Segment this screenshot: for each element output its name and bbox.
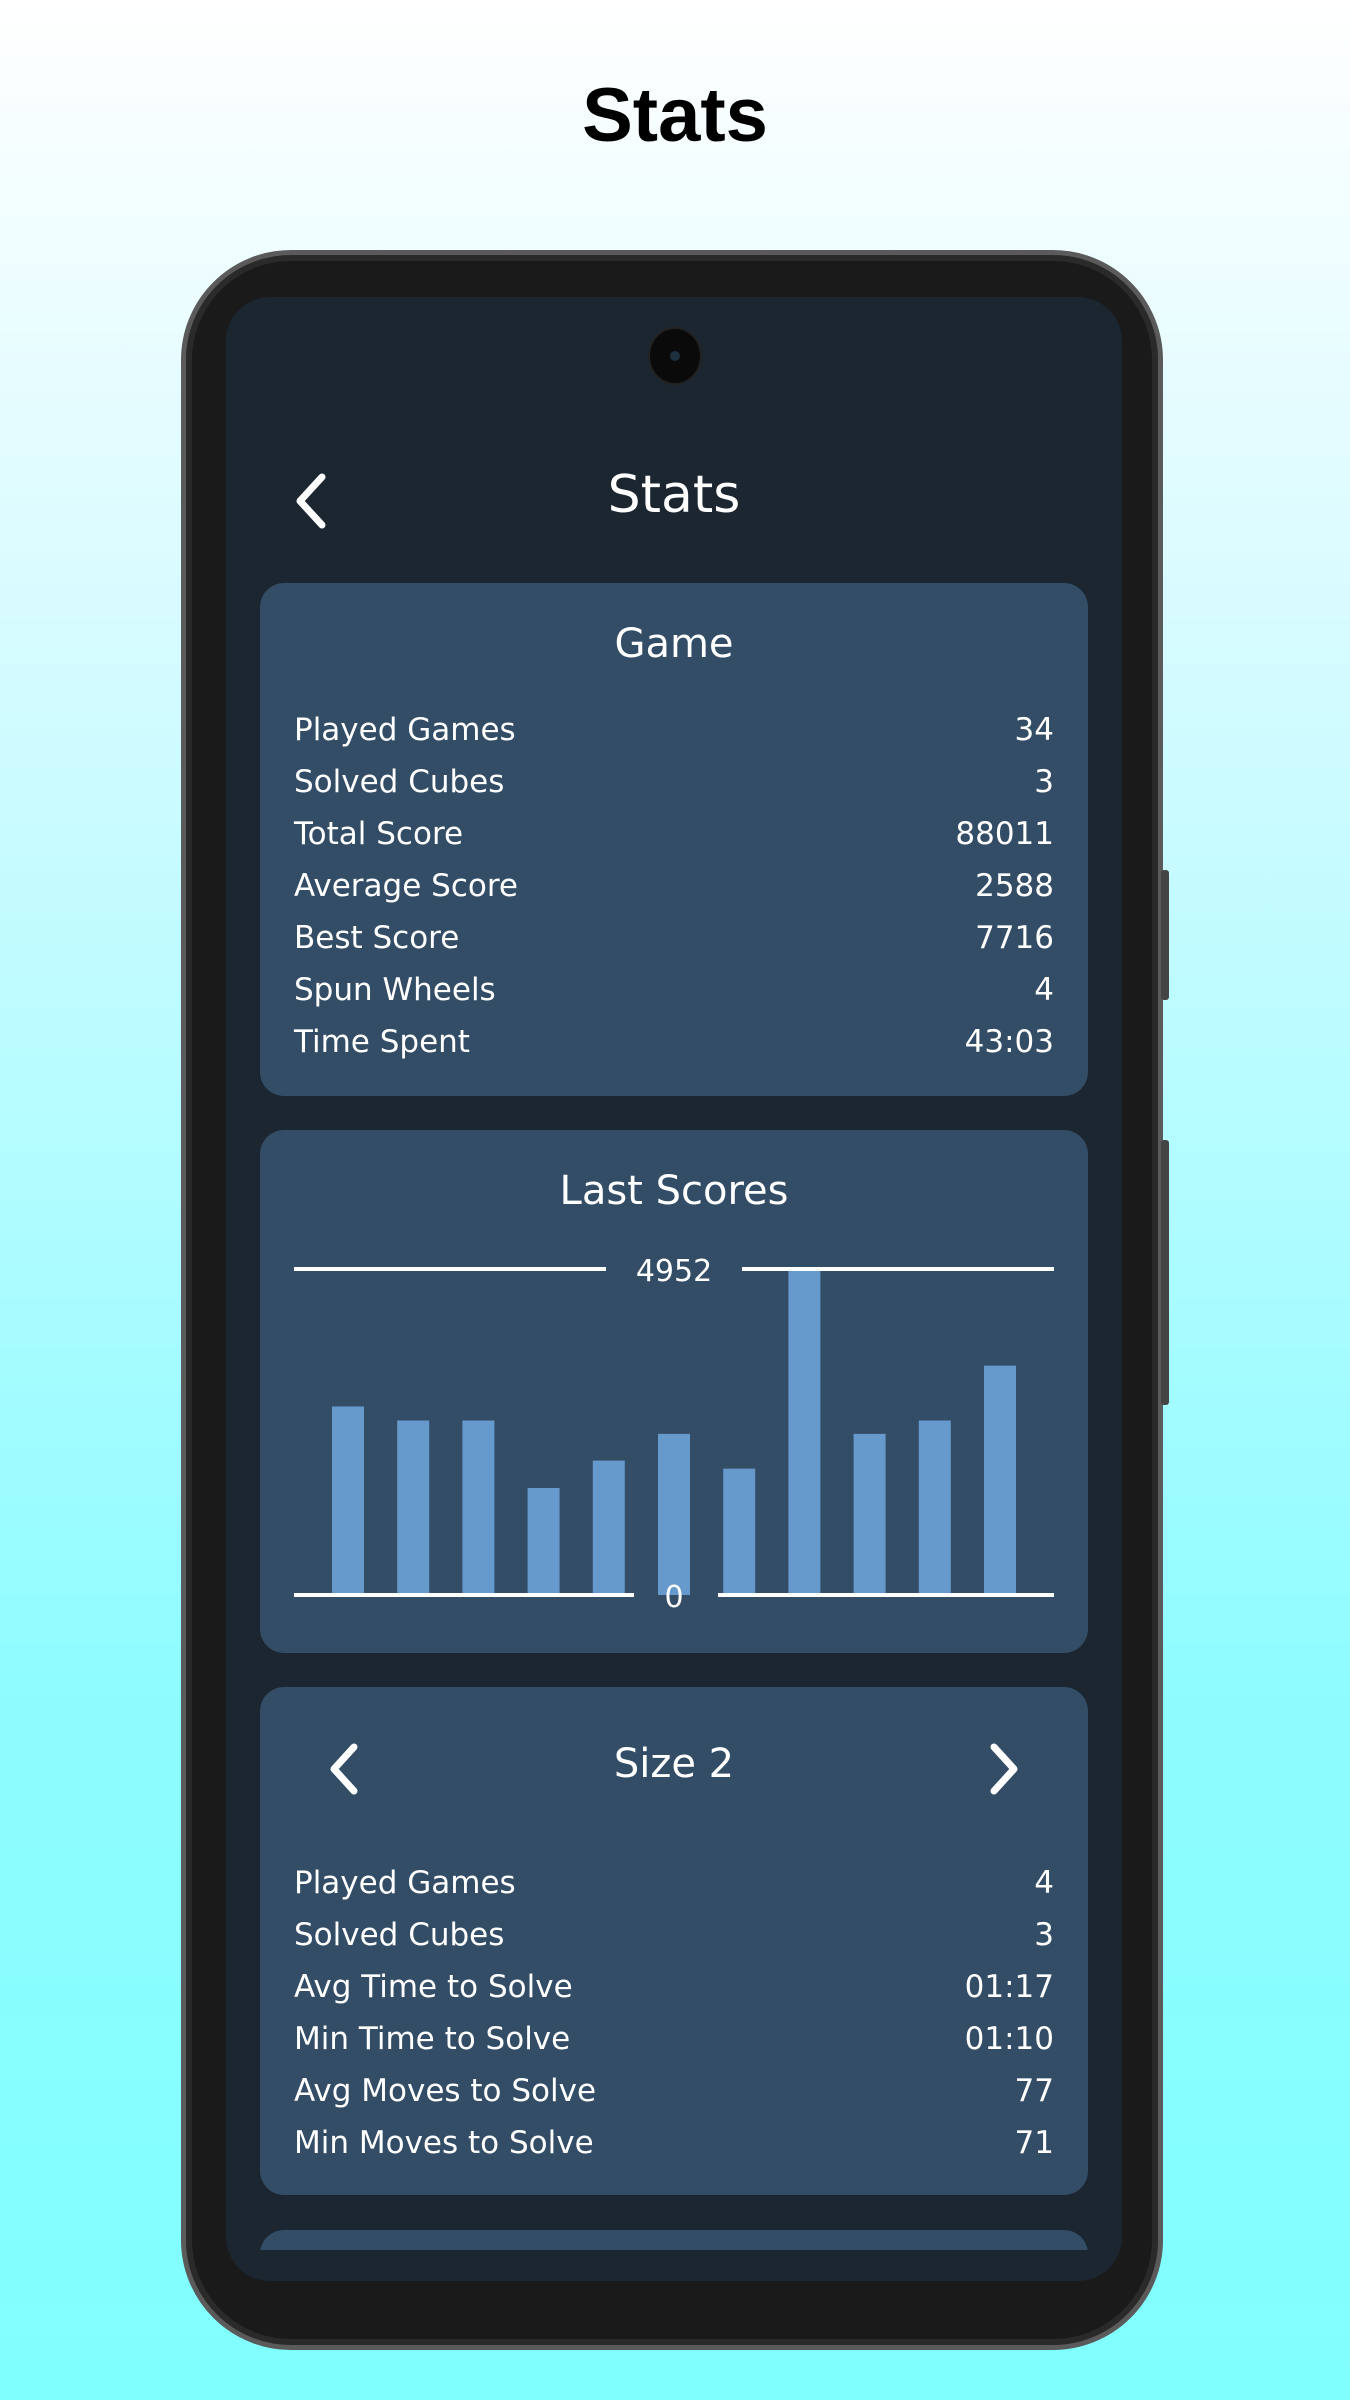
max-label: 4952: [636, 1254, 712, 1289]
stat-value: 7716: [975, 920, 1054, 956]
card-title: Size 2: [613, 1741, 735, 1787]
stat-row: Average Score 2588: [294, 860, 1054, 912]
stat-label: Solved Cubes: [294, 1917, 505, 1953]
last-scores-card: Last Scores 4952 0: [260, 1130, 1088, 1653]
stat-value: 3: [1034, 764, 1054, 800]
stat-label: Time Spent: [294, 1024, 470, 1060]
card-title: Game: [614, 621, 734, 667]
min-label: 0: [664, 1580, 683, 1615]
stat-row: Played Games 4: [294, 1857, 1054, 1909]
score-bar: [462, 1420, 495, 1595]
stat-row: Best Score 7716: [294, 912, 1054, 964]
stat-label: Spun Wheels: [294, 972, 496, 1008]
stat-label: Solved Cubes: [294, 764, 505, 800]
size-stats-card: Size 2 Played Games 4 Solved Cubes 3 Avg Tim…: [260, 1687, 1088, 2195]
stat-label: Total Score: [294, 816, 464, 852]
score-bar: [984, 1365, 1016, 1595]
stat-label: Played Games: [294, 712, 516, 748]
stat-label: Min Time to Solve: [294, 2021, 571, 2057]
next-stats-card: [260, 2230, 1088, 2250]
app-header: Stats: [226, 457, 1122, 537]
score-bar: [658, 1433, 690, 1595]
stat-label: Avg Moves to Solve: [294, 2073, 597, 2109]
stat-row: Min Moves to Solve 71: [294, 2117, 1054, 2169]
score-bar: [918, 1420, 951, 1595]
score-bar: [723, 1468, 756, 1595]
stat-value: 43:03: [964, 1024, 1054, 1060]
last-scores-chart: 4952 0: [294, 1254, 1054, 1615]
stat-value: 4: [1034, 972, 1054, 1008]
page-title: Stats: [582, 73, 768, 158]
stat-value: 4: [1034, 1865, 1054, 1901]
stat-label: Average Score: [294, 868, 518, 904]
stat-row: Total Score 88011: [294, 808, 1054, 860]
score-bar: [397, 1420, 430, 1595]
stat-row: Spun Wheels 4: [294, 964, 1054, 1016]
app-screen: Stats Game Played Games 34 Solved Cubes 3 To…: [226, 297, 1122, 2281]
stat-row: Avg Moves to Solve 77: [294, 2065, 1054, 2117]
volume-button: [1161, 870, 1169, 1000]
stat-value: 34: [1014, 712, 1054, 748]
stat-label: Min Moves to Solve: [294, 2125, 594, 2161]
score-bar: [332, 1406, 364, 1595]
stat-row: Solved Cubes 3: [294, 1909, 1054, 1961]
stat-label: Played Games: [294, 1865, 516, 1901]
stat-value: 2588: [975, 868, 1054, 904]
stat-value: 3: [1034, 1917, 1054, 1953]
stat-value: 01:10: [964, 2021, 1054, 2057]
stat-label: Best Score: [294, 920, 460, 956]
score-bar: [788, 1269, 821, 1595]
stat-value: 71: [1014, 2125, 1054, 2161]
screen-title: Stats: [607, 465, 741, 525]
stat-label: Avg Time to Solve: [294, 1969, 573, 2005]
game-stats-card: Game Played Games 34 Solved Cubes 3 Total Sc…: [260, 583, 1088, 1096]
stat-value: 01:17: [964, 1969, 1054, 2005]
stat-row: Avg Time to Solve 01:17: [294, 1961, 1054, 2013]
score-bar: [592, 1460, 625, 1595]
power-button: [1161, 1140, 1169, 1405]
stat-row: Solved Cubes 3: [294, 756, 1054, 808]
next-size-button[interactable]: [984, 1739, 1024, 1799]
score-bar: [853, 1433, 886, 1595]
stat-row: Played Games 34: [294, 704, 1054, 756]
stat-row: Time Spent 43:03: [294, 1016, 1054, 1068]
stat-value: 88011: [955, 816, 1054, 852]
stat-value: 77: [1014, 2073, 1054, 2109]
score-bar: [527, 1488, 560, 1595]
stat-row: Min Time to Solve 01:10: [294, 2013, 1054, 2065]
camera-icon: [648, 327, 702, 385]
